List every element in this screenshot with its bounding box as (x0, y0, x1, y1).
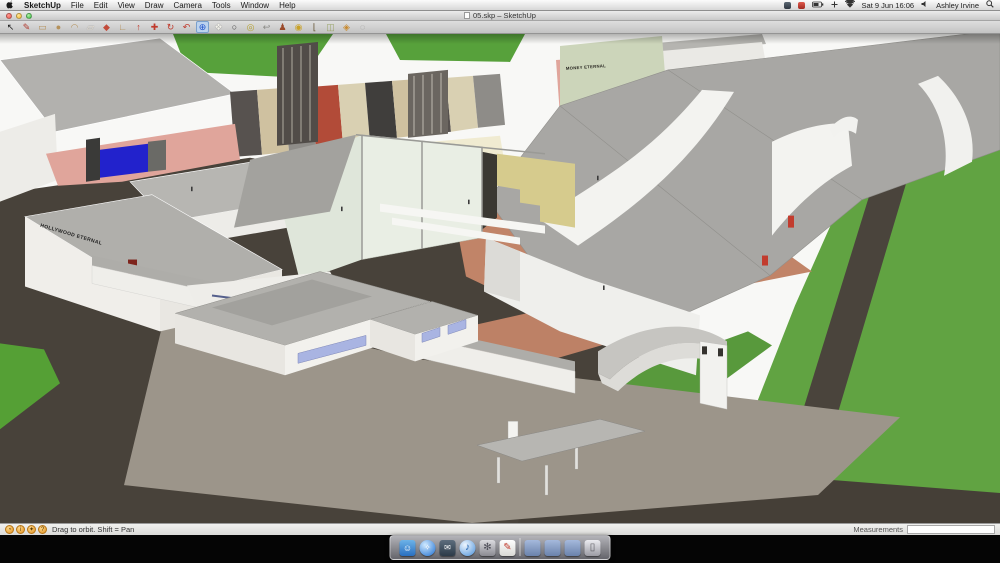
look-around-tool[interactable]: ◉ (292, 21, 305, 33)
dock-sketchup-icon[interactable]: ✎ (499, 540, 516, 556)
offset-tool[interactable]: ↶ (180, 21, 193, 33)
volume-icon[interactable] (921, 0, 929, 10)
status-hint: Drag to orbit. Shift = Pan (52, 525, 135, 534)
menu-help[interactable]: Help (279, 1, 295, 10)
wifi-icon[interactable] (844, 0, 855, 10)
rectangle-tool[interactable]: ▭ (36, 21, 49, 33)
window-title: 05.skp – SketchUp (0, 11, 1000, 20)
menu-draw[interactable]: Draw (145, 1, 164, 10)
menu-extra-app-red-icon[interactable] (797, 1, 805, 9)
zoom-tool[interactable]: ○ (228, 21, 241, 33)
toolbar: ↖ ✎ ▭ ● ◠ ▱ ◆ ∟ ↑ ✚ ↻ ↶ ⊕ ❖ ○ ◎ ↩ ♟ ◉ ⌊ … (0, 21, 1000, 34)
eraser-tool[interactable]: ▱ (84, 21, 97, 33)
get-models-tool[interactable]: ◈ (340, 21, 353, 33)
menu-window[interactable]: Window (241, 1, 269, 10)
menu-sketchup[interactable]: SketchUp (24, 1, 61, 10)
toolbar-shadow (0, 34, 1000, 44)
orbit-tool[interactable]: ⊕ (196, 21, 209, 33)
user-menu[interactable]: Ashley Irvine (936, 1, 979, 10)
menu-list: SketchUp File Edit View Draw Camera Tool… (6, 0, 296, 11)
section-plane-tool[interactable]: ◫ (324, 21, 337, 33)
menu-bar-status-area: Sat 9 Jun 16:06 Ashley Irvine (783, 0, 994, 10)
tape-measure-tool[interactable]: ∟ (116, 21, 129, 33)
credits-icon[interactable]: i (16, 525, 25, 534)
dock-mail-icon[interactable]: ✉ (439, 540, 456, 556)
dock: ☺ ✧ ✉ ♪ ✻ ✎ ▯ (389, 535, 611, 560)
menu-camera[interactable]: Camera (173, 1, 201, 10)
dock-safari-icon[interactable]: ✧ (419, 540, 436, 556)
document-icon (464, 12, 471, 19)
walk-tool[interactable]: ⌊ (308, 21, 321, 33)
geolocation-icon[interactable]: ◔ (5, 525, 14, 534)
circle-tool[interactable]: ● (52, 21, 65, 33)
previous-view-tool[interactable]: ↩ (260, 21, 273, 33)
dock-finder-icon[interactable]: ☺ (399, 540, 416, 556)
status-icons: ◔ i ✦ ? (5, 525, 47, 534)
dock-folder-applications-icon[interactable] (564, 540, 581, 556)
move-tool[interactable]: ✚ (148, 21, 161, 33)
measurements-label: Measurements (853, 525, 903, 534)
dock-trash-icon[interactable]: ▯ (584, 540, 601, 556)
rotate-tool[interactable]: ↻ (164, 21, 177, 33)
menu-file[interactable]: File (71, 1, 84, 10)
dock-divider (519, 538, 521, 556)
viewport-canvas[interactable]: HOLLYWOOD ETERNAL MONEY ETERNAL (0, 34, 1000, 523)
model-info-icon[interactable]: ✦ (27, 525, 36, 534)
arc-tool[interactable]: ◠ (68, 21, 81, 33)
menu-extra-app-dark-icon[interactable] (783, 1, 791, 9)
help-icon[interactable]: ? (38, 525, 47, 534)
measurements-input[interactable] (907, 525, 995, 534)
sketchup-window: 05.skp – SketchUp ↖ ✎ ▭ ● ◠ ▱ ◆ ∟ ↑ ✚ ↻ … (0, 11, 1000, 535)
apple-menu-icon[interactable] (6, 0, 14, 11)
menu-edit[interactable]: Edit (94, 1, 108, 10)
desktop-background: ☺ ✧ ✉ ♪ ✻ ✎ ▯ (0, 535, 1000, 563)
dock-folder-downloads-icon[interactable] (544, 540, 561, 556)
menu-bar: SketchUp File Edit View Draw Camera Tool… (0, 0, 1000, 11)
paint-bucket-tool[interactable]: ◆ (100, 21, 113, 33)
photo-textures-tool[interactable]: ◌ (356, 21, 369, 33)
input-menu-icon[interactable] (831, 1, 838, 10)
dock-folder-documents-icon[interactable] (524, 540, 541, 556)
pan-tool[interactable]: ❖ (212, 21, 225, 33)
select-tool[interactable]: ↖ (4, 21, 17, 33)
dock-itunes-icon[interactable]: ♪ (459, 540, 476, 556)
push-pull-tool[interactable]: ↑ (132, 21, 145, 33)
spotlight-icon[interactable] (986, 0, 994, 10)
status-bar: ◔ i ✦ ? Drag to orbit. Shift = Pan Measu… (0, 523, 1000, 535)
zoom-extents-tool[interactable]: ◎ (244, 21, 257, 33)
menu-view[interactable]: View (118, 1, 135, 10)
menu-tools[interactable]: Tools (212, 1, 231, 10)
battery-icon[interactable] (811, 1, 824, 10)
line-tool[interactable]: ✎ (20, 21, 33, 33)
window-title-bar[interactable]: 05.skp – SketchUp (0, 11, 1000, 21)
menu-bar-clock[interactable]: Sat 9 Jun 16:06 (862, 1, 915, 10)
position-camera-tool[interactable]: ♟ (276, 21, 289, 33)
dock-system-preferences-icon[interactable]: ✻ (479, 540, 496, 556)
